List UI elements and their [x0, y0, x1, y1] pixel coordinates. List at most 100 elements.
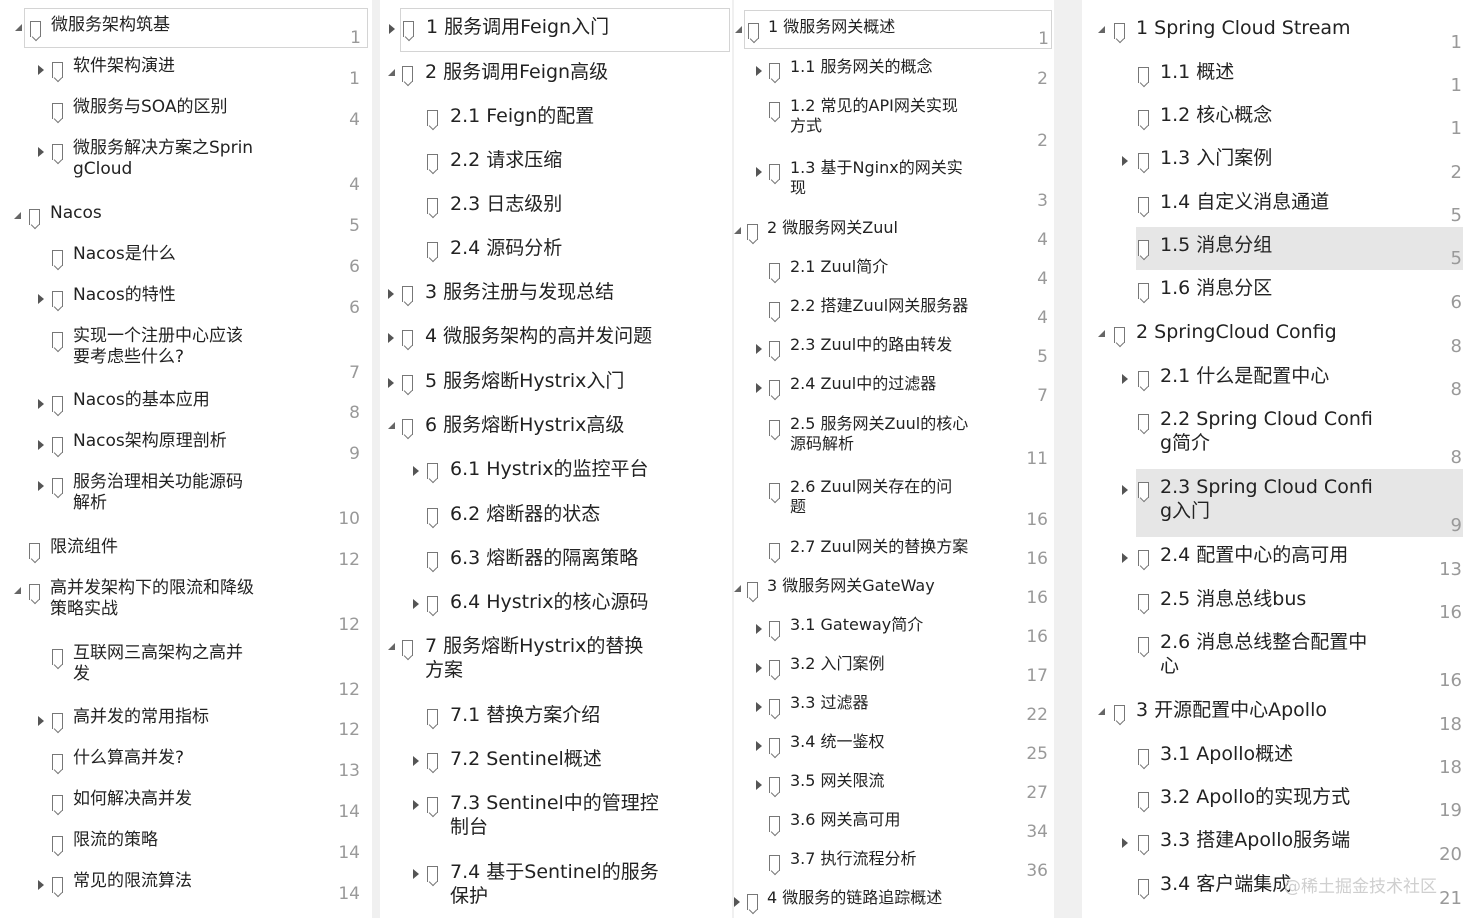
collapse-triangle-icon[interactable] — [756, 66, 762, 76]
toc-item-3-4[interactable]: 3.4 统一鉴权 25 — [734, 726, 1054, 765]
collapse-triangle-icon[interactable] — [38, 880, 44, 890]
toc-item-3-1[interactable]: 3.1 Gateway简介 16 — [734, 609, 1054, 648]
collapse-triangle-icon[interactable] — [756, 167, 762, 177]
collapse-triangle-icon[interactable] — [38, 294, 44, 304]
toc-item-2-3[interactable]: 2.3 Spring Cloud Confi g入门 9 — [1122, 469, 1463, 537]
toc-item-item[interactable]: 常见的限流算法 14 — [0, 865, 372, 905]
toc-item-7-2[interactable]: 7.2 Sentinel概述 — [380, 741, 732, 785]
collapse-triangle-icon[interactable] — [1122, 838, 1128, 848]
toc-item-1-1[interactable]: 1.1 概述 1 — [1082, 54, 1467, 97]
toc-item-6-4[interactable]: 6.4 Hystrix的核心源码 — [380, 584, 732, 628]
toc-item-item[interactable]: 软件架构演进 1 — [0, 50, 372, 90]
collapse-triangle-icon[interactable] — [38, 65, 44, 75]
toc-item-nacos[interactable]: Nacos 5 — [0, 197, 372, 237]
toc-item-1-2[interactable]: 1.2 常见的API网关实现 方式 2 — [734, 90, 1054, 152]
collapse-triangle-icon[interactable] — [413, 869, 419, 879]
toc-item-soa[interactable]: 微服务与SOA的区别 4 — [0, 91, 372, 131]
expand-triangle-icon[interactable] — [388, 422, 395, 429]
toc-item-6-2[interactable]: 6.2 熔断器的状态 — [380, 496, 732, 540]
toc-item-2-6[interactable]: 2.6 Zuul网关存在的问 题 16 — [734, 471, 1054, 531]
toc-item-6-1[interactable]: 6.1 Hystrix的监控平台 — [380, 451, 732, 495]
collapse-triangle-icon[interactable] — [38, 716, 44, 726]
toc-item-nacos[interactable]: Nacos是什么 6 — [0, 238, 372, 278]
collapse-triangle-icon[interactable] — [756, 344, 762, 354]
toc-item-3-2[interactable]: 3.2 Apollo的实现方式 19 — [1082, 779, 1467, 822]
toc-item-3-2[interactable]: 3.2 入门案例 17 — [734, 648, 1054, 687]
expand-triangle-icon[interactable] — [14, 212, 21, 219]
toc-item-7-4[interactable]: 7.4 基于Sentinel的服务 保护 — [380, 854, 732, 918]
expand-triangle-icon[interactable] — [15, 24, 22, 31]
toc-item-7[interactable]: 7 服务熔断Hystrix的替换 方案 — [380, 628, 732, 694]
toc-item-2-2[interactable]: 2.2 请求压缩 — [380, 142, 732, 186]
toc-item-1-4[interactable]: 1.4 自定义消息通道 5 — [1082, 184, 1467, 227]
toc-item-1[interactable]: 1 服务调用Feign入门 — [389, 8, 730, 52]
toc-item-3[interactable]: 3 服务注册与发现总结 — [380, 274, 732, 318]
toc-item-nacos[interactable]: Nacos的特性 6 — [0, 279, 372, 319]
toc-item-1-3[interactable]: 1.3 入门案例 2 — [1082, 140, 1467, 184]
collapse-triangle-icon[interactable] — [388, 333, 394, 343]
toc-item-item[interactable]: 微服务架构筑基 1 — [15, 8, 368, 48]
expand-triangle-icon[interactable] — [388, 69, 395, 76]
toc-item-2[interactable]: 2 SpringCloud Config 8 — [1082, 314, 1467, 358]
collapse-triangle-icon[interactable] — [413, 466, 419, 476]
toc-item-2-5[interactable]: 2.5 消息总线bus 16 — [1082, 581, 1467, 624]
toc-item-2-4[interactable]: 2.4 源码分析 — [380, 230, 732, 274]
toc-item-1-6[interactable]: 1.6 消息分区 6 — [1082, 270, 1467, 314]
collapse-triangle-icon[interactable] — [38, 147, 44, 157]
toc-item-5[interactable]: 5 服务熔断Hystrix入门 — [380, 363, 732, 407]
toc-item-item[interactable]: 互联网三高架构之高并 发 12 — [0, 637, 372, 701]
toc-item-item[interactable]: 实现一个注册中心应该 要考虑些什么? 7 — [0, 320, 372, 384]
toc-item-6-3[interactable]: 6.3 熔断器的隔离策略 — [380, 540, 732, 584]
toc-item-3-3[interactable]: 3.3 过滤器 22 — [734, 687, 1054, 726]
expand-triangle-icon[interactable] — [1098, 330, 1105, 337]
toc-item-item[interactable]: 限流的策略 14 — [0, 824, 372, 864]
toc-item-2-3[interactable]: 2.3 日志级别 — [380, 186, 732, 230]
toc-item-nacos[interactable]: Nacos的基本应用 8 — [0, 384, 372, 424]
toc-item-6[interactable]: 6 服务熔断Hystrix高级 — [380, 407, 732, 451]
collapse-triangle-icon[interactable] — [756, 702, 762, 712]
toc-item-3-7[interactable]: 3.7 执行流程分析 36 — [734, 843, 1054, 882]
toc-item-item[interactable]: 高并发架构下的限流和降级 策略实战 12 — [0, 572, 372, 636]
toc-item-3[interactable]: 3 开源配置中心Apollo 18 — [1082, 692, 1467, 736]
collapse-triangle-icon[interactable] — [756, 741, 762, 751]
toc-item-1[interactable]: 1 Spring Cloud Stream 1 — [1082, 10, 1467, 54]
collapse-triangle-icon[interactable] — [413, 599, 419, 609]
toc-item-3-1[interactable]: 3.1 Apollo概述 18 — [1082, 736, 1467, 779]
toc-item-2-6[interactable]: 2.6 消息总线整合配置中 心 16 — [1082, 624, 1467, 692]
toc-item-nacos[interactable]: Nacos架构原理剖析 9 — [0, 425, 372, 465]
toc-item-1-2[interactable]: 1.2 核心概念 1 — [1082, 97, 1467, 140]
toc-item-item[interactable]: 如何解决高并发 14 — [0, 783, 372, 823]
expand-triangle-icon[interactable] — [1098, 26, 1105, 33]
collapse-triangle-icon[interactable] — [38, 440, 44, 450]
toc-item-2-3[interactable]: 2.3 Zuul中的路由转发 5 — [734, 329, 1054, 368]
toc-item-2-1[interactable]: 2.1 什么是配置中心 8 — [1082, 358, 1467, 401]
toc-item-2-1[interactable]: 2.1 Zuul简介 4 — [734, 251, 1054, 290]
collapse-triangle-icon[interactable] — [756, 383, 762, 393]
collapse-triangle-icon[interactable] — [388, 378, 394, 388]
toc-item-7-1[interactable]: 7.1 替换方案介绍 — [380, 697, 732, 741]
toc-item-item[interactable]: 什么算高并发? 13 — [0, 742, 372, 782]
toc-panel-gateway[interactable]: 1 微服务网关概述 1 1.1 服务网关的概念 2 1.2 常见的API网关实现 方式 2… — [734, 0, 1054, 918]
collapse-triangle-icon[interactable] — [38, 399, 44, 409]
toc-item-springcloud[interactable]: 微服务解决方案之Sprin gCloud 4 — [0, 132, 372, 196]
toc-item-4[interactable]: 4 微服务的链路追踪概述 — [734, 882, 1054, 918]
toc-item-2[interactable]: 2 微服务网关Zuul 4 — [734, 212, 1054, 251]
toc-item-1-1[interactable]: 1.1 服务网关的概念 2 — [734, 51, 1054, 90]
toc-item-item[interactable]: 限流组件 12 — [0, 531, 372, 571]
toc-item-2-2[interactable]: 2.2 Spring Cloud Confi g简介 8 — [1082, 401, 1467, 469]
toc-item-2-1[interactable]: 2.1 Feign的配置 — [380, 98, 732, 142]
collapse-triangle-icon[interactable] — [734, 897, 740, 907]
collapse-triangle-icon[interactable] — [413, 800, 419, 810]
toc-item-1[interactable]: 1 微服务网关概述 1 — [735, 10, 1052, 49]
toc-panel-stream-config[interactable]: 1 Spring Cloud Stream 1 1.1 概述 1 1.2 核心概念 1 1.… — [1082, 0, 1467, 918]
toc-item-item[interactable]: 高并发的常用指标 12 — [0, 701, 372, 741]
expand-triangle-icon[interactable] — [734, 585, 741, 592]
toc-item-2-2[interactable]: 2.2 搭建Zuul网关服务器 4 — [734, 290, 1054, 329]
collapse-triangle-icon[interactable] — [756, 663, 762, 673]
expand-triangle-icon[interactable] — [1098, 708, 1105, 715]
collapse-triangle-icon[interactable] — [1122, 553, 1128, 563]
toc-item-2-4[interactable]: 2.4 Zuul中的过滤器 7 — [734, 368, 1054, 407]
expand-triangle-icon[interactable] — [388, 643, 395, 650]
toc-item-3-3[interactable]: 3.3 搭建Apollo服务端 20 — [1082, 822, 1467, 866]
collapse-triangle-icon[interactable] — [756, 624, 762, 634]
